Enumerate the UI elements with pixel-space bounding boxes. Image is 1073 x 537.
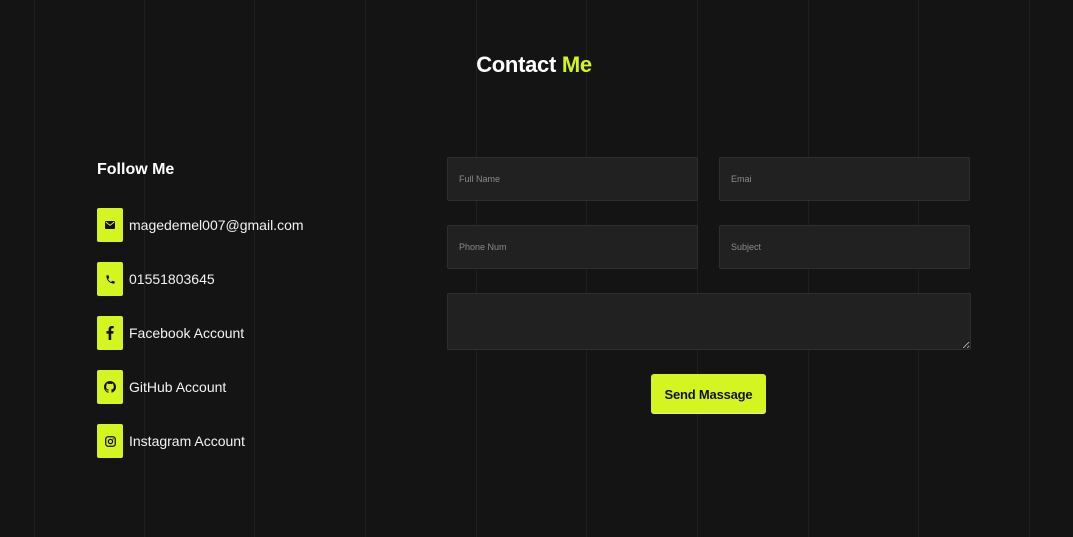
subject-input[interactable] [719, 225, 970, 269]
contact-phone-link[interactable]: 01551803645 [97, 262, 397, 296]
message-textarea[interactable] [447, 293, 971, 350]
envelope-icon [97, 208, 123, 242]
section-title-main: Contact [476, 52, 556, 77]
contact-email-link[interactable]: magedemel007@gmail.com [97, 208, 397, 242]
github-icon [97, 370, 123, 404]
phone-icon [97, 262, 123, 296]
contact-github-link[interactable]: GitHub Account [97, 370, 397, 404]
instagram-icon [97, 424, 123, 458]
contact-facebook-link[interactable]: Facebook Account [97, 316, 397, 350]
contact-email-label: magedemel007@gmail.com [129, 217, 304, 233]
send-message-button[interactable]: Send Massage [651, 374, 766, 414]
follow-me-panel: Follow Me magedemel007@gmail.com 0155180… [97, 158, 397, 478]
section-title-accent: Me [561, 52, 592, 77]
phone-input[interactable] [447, 225, 698, 269]
facebook-icon [97, 316, 123, 350]
contact-instagram-link[interactable]: Instagram Account [97, 424, 397, 458]
contact-github-label: GitHub Account [129, 379, 227, 395]
full-name-input[interactable] [447, 157, 698, 201]
contact-facebook-label: Facebook Account [129, 325, 245, 341]
section-title: Contact Me [0, 52, 1068, 78]
contact-instagram-label: Instagram Account [129, 433, 245, 449]
follow-me-heading: Follow Me [97, 161, 175, 178]
email-input[interactable] [719, 157, 970, 201]
contact-phone-label: 01551803645 [129, 271, 215, 287]
